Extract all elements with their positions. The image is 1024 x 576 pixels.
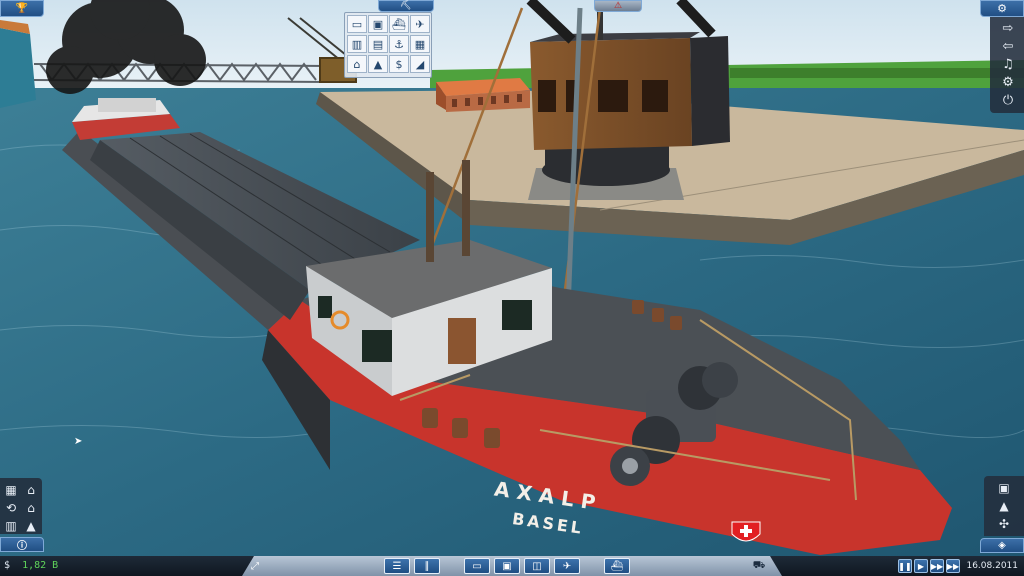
terrain-icon[interactable]: ◢ <box>410 55 430 73</box>
trophy-icon: 🏆 <box>15 3 29 14</box>
power-icon[interactable]: ⏻ <box>996 91 1020 109</box>
info-button[interactable]: ⓘ <box>0 537 44 552</box>
load-icon[interactable]: ⇦ <box>996 37 1020 55</box>
factory-icon[interactable]: ⌂ <box>347 55 367 73</box>
industry-icon[interactable]: ▲ <box>368 55 388 73</box>
money-value: 1,82 B <box>22 560 59 571</box>
routes-icon[interactable]: ⤢ <box>246 558 264 574</box>
right-tool-panel: ▣ ▲ ✣ <box>984 476 1024 536</box>
warning-button[interactable]: ⚠ <box>594 0 642 12</box>
construction-icon[interactable]: ⛟ <box>748 558 770 574</box>
ship-icon[interactable]: ⛴ <box>604 558 630 574</box>
rail-icon[interactable]: ☰ <box>384 558 410 574</box>
play-icon[interactable]: ▶ <box>914 559 928 573</box>
settings-tab-button[interactable]: ⚙ <box>980 0 1024 17</box>
system-menu: ⇨ ⇦ ♫ ⚙ ⏻ <box>990 17 1024 113</box>
trophy-button[interactable]: 🏆 <box>0 0 44 17</box>
bulldozer-icon: ⛏ <box>400 1 412 11</box>
road-icon[interactable]: ▭ <box>347 15 367 33</box>
warning-icon: ⚠ <box>613 1 623 11</box>
terraform-icon[interactable]: ▲ <box>993 496 1015 516</box>
music-icon[interactable]: ♫ <box>996 55 1020 73</box>
build-depot-icon[interactable]: ⌂ <box>20 480 42 500</box>
train-station-icon[interactable]: ▥ <box>347 35 367 53</box>
fastest-icon[interactable]: ▶▶ <box>946 559 960 573</box>
compass-icon[interactable]: ✣ <box>993 514 1015 534</box>
layers-button[interactable]: ◈ <box>980 538 1024 553</box>
house-icon[interactable]: ⌂ <box>20 498 42 518</box>
plane-icon[interactable]: ✈ <box>410 15 430 33</box>
mouse-cursor: ➤ <box>74 436 83 447</box>
gear-icon: ⚙ <box>997 2 1007 15</box>
build-station-icon[interactable]: ▦ <box>0 480 22 500</box>
minimap-icon[interactable]: ▣ <box>993 478 1015 498</box>
fast-forward-icon[interactable]: ▶▶ <box>930 559 944 573</box>
train-icon[interactable]: ▭ <box>464 558 490 574</box>
left-tool-panel: ▦ ⌂ ⟲ ⌂ ▥ ▲ <box>0 478 42 534</box>
airport-icon[interactable]: ▦ <box>410 35 430 53</box>
layers-icon: ◈ <box>998 540 1006 551</box>
bus-icon[interactable]: ▣ <box>494 558 520 574</box>
factory-icon[interactable]: ▲ <box>20 516 42 536</box>
ship-icon[interactable]: ⛴ <box>389 15 409 33</box>
date-display: 16.08.2011 <box>966 561 1018 571</box>
plane-icon[interactable]: ✈ <box>554 558 580 574</box>
harbor-icon[interactable]: ⚓ <box>389 35 409 53</box>
money-display: $ 1,82 B <box>4 556 58 576</box>
bulldozer-button[interactable]: ⛏ <box>378 0 434 12</box>
money-icon[interactable]: $ <box>389 55 409 73</box>
tram-icon[interactable]: ◫ <box>524 558 550 574</box>
vehicle-toolbar: ⤢ ☰ ∥ ▭ ▣ ◫ ✈ ⛴ ⛟ <box>242 556 782 576</box>
pause-icon[interactable]: ❚❚ <box>898 559 912 573</box>
bus-icon[interactable]: ▣ <box>368 15 388 33</box>
currency-symbol: $ <box>4 560 11 571</box>
settings-icon[interactable]: ⚙ <box>996 73 1020 91</box>
build-menu: ▭ ▣ ⛴ ✈ ▥ ▤ ⚓ ▦ ⌂ ▲ $ ◢ <box>344 12 432 78</box>
truck-station-icon[interactable]: ▤ <box>368 35 388 53</box>
bottom-status-bar: $ 1,82 B ⤢ ☰ ∥ ▭ ▣ ◫ ✈ ⛴ ⛟ ❚❚ ▶ ▶▶ ▶▶ 16… <box>0 556 1024 576</box>
info-icon: ⓘ <box>17 541 27 552</box>
save-icon[interactable]: ⇨ <box>996 19 1020 37</box>
swiss-flag-emblem <box>731 521 761 542</box>
connect-icon[interactable]: ⟲ <box>0 498 22 518</box>
warehouse <box>436 78 530 112</box>
road-icon[interactable]: ∥ <box>414 558 440 574</box>
city-icon[interactable]: ▥ <box>0 516 22 536</box>
game-viewport[interactable]: AXALP BASEL <box>0 0 1024 576</box>
